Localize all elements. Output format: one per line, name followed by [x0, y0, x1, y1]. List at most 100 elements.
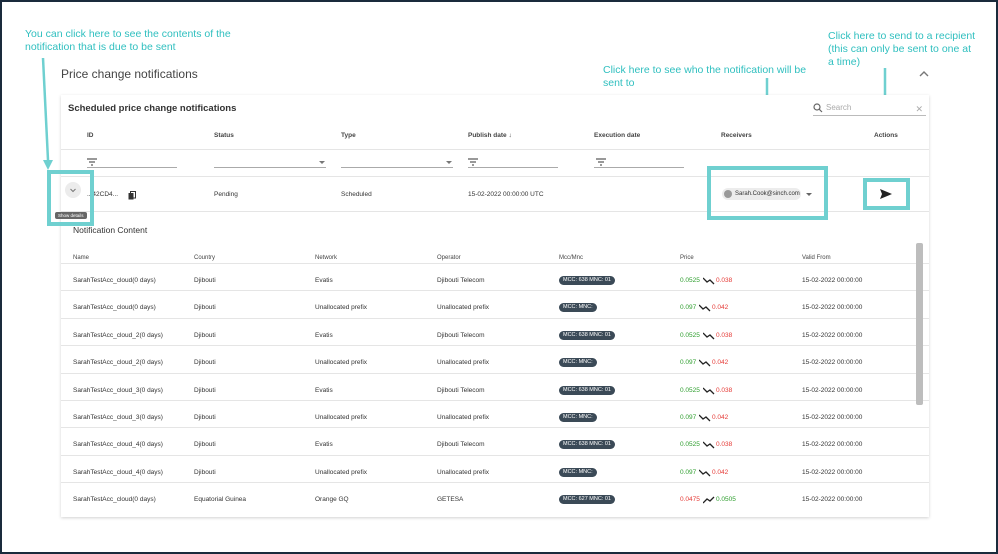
header-publish-date[interactable]: Publish date ↓ — [468, 132, 512, 139]
cell-name: SarahTestAcc_cloud_4(0 days) — [73, 441, 163, 449]
cell-country: Equatorial Guinea — [194, 496, 247, 504]
price-new: 0.038 — [716, 331, 733, 339]
trending-down-icon — [703, 387, 715, 395]
execution-date-filter-field[interactable] — [594, 167, 684, 168]
chevron-down-icon — [446, 161, 452, 164]
highlight-receivers — [707, 166, 828, 220]
cell-country: Djibouti — [194, 304, 216, 312]
divider — [61, 400, 929, 401]
cell-network: Evatis — [315, 441, 333, 449]
filter-icon[interactable] — [596, 158, 606, 166]
cell-name: SarahTestAcc_cloud_2(0 days) — [73, 331, 163, 339]
cell-name: SarahTestAcc_cloud_2(0 days) — [73, 359, 163, 367]
cell-valid-from: 15-02-2022 00:00:00 — [802, 386, 863, 394]
price-new: 0.038 — [716, 441, 733, 449]
copy-icon[interactable] — [128, 191, 136, 200]
clear-icon[interactable]: ✕ — [915, 104, 923, 115]
price-new: 0.042 — [712, 304, 729, 312]
cell-valid-from: 15-02-2022 00:00:00 — [802, 359, 863, 367]
publish-date-value: 15-02-2022 00:00:00 UTC — [468, 191, 544, 198]
price-new: 0.042 — [712, 414, 729, 421]
divider — [61, 454, 929, 456]
publish-date-filter-field[interactable] — [468, 167, 558, 168]
content-header-name: Name — [73, 255, 90, 261]
mccmnc-badge: MCC: MNC: — [559, 358, 597, 368]
cell-operator: Unallocated prefix — [437, 468, 490, 476]
cell-country: Djibouti — [194, 441, 216, 449]
mccmnc-badge: MCC: MNC: — [559, 303, 597, 313]
cell-operator: Djibouti Telecom — [437, 331, 485, 339]
mccmnc-badge: MCC: 638 MNC: 01 — [559, 440, 615, 450]
type-filter-select[interactable] — [341, 167, 453, 168]
cell-operator: Unallocated prefix — [437, 359, 490, 367]
price-old: 0.097 — [680, 414, 697, 421]
divider — [61, 345, 929, 347]
cell-country: Djibouti — [194, 468, 216, 476]
cell-operator: GETESA — [437, 496, 464, 504]
cell-valid-from: 15-02-2022 00:00:00 — [802, 277, 863, 284]
cell-name: SarahTestAcc_cloud(0 days) — [73, 496, 156, 504]
divider — [61, 317, 929, 319]
mccmnc-badge: MCC: 638 MNC: 01 — [559, 385, 615, 395]
cell-network: Orange GQ — [315, 496, 349, 504]
price-old: 0.0525 — [680, 386, 700, 394]
header-id[interactable]: ID — [87, 132, 94, 139]
cell-operator: Djibouti Telecom — [437, 441, 485, 449]
trending-down-icon — [699, 469, 711, 477]
mccmnc-badge: MCC: 638 MNC: 01 — [559, 330, 615, 340]
cell-network: Unallocated prefix — [315, 304, 368, 312]
cell-name: SarahTestAcc_cloud(0 days) — [73, 304, 156, 312]
search-placeholder: Search — [826, 103, 852, 112]
cell-valid-from: 15-02-2022 00:00:00 — [802, 414, 863, 421]
cell-network: Evatis — [315, 386, 333, 394]
cell-network: Unallocated prefix — [315, 414, 368, 421]
divider — [61, 427, 929, 429]
content-header-network: Network — [315, 255, 338, 261]
content-title: Notification Content — [73, 225, 148, 235]
mccmnc-badge: MCC: 627 MNC: 01 — [559, 495, 615, 505]
cell-country: Djibouti — [194, 414, 216, 421]
header-execution-date[interactable]: Execution date — [594, 132, 640, 139]
price-old: 0.0525 — [680, 331, 700, 339]
mccmnc-badge: MCC: 638 MNC: 01 — [559, 276, 615, 285]
trending-down-icon — [703, 441, 715, 449]
search-input[interactable]: Search ✕ — [813, 102, 926, 116]
cell-valid-from: 15-02-2022 00:00:00 — [802, 304, 863, 312]
header-actions: Actions — [874, 132, 898, 139]
price-old: 0.097 — [680, 304, 697, 312]
chevron-up-icon[interactable] — [918, 69, 930, 79]
trending-down-icon — [699, 359, 711, 367]
header-receivers: Receivers — [721, 132, 752, 139]
price-old: 0.097 — [680, 359, 697, 367]
price-old: 0.0525 — [680, 441, 700, 449]
search-icon — [813, 103, 823, 113]
filter-icon[interactable] — [468, 158, 478, 166]
cell-valid-from: 15-02-2022 00:00:00 — [802, 496, 863, 504]
price-new: 0.0505 — [716, 496, 736, 504]
divider — [61, 482, 929, 484]
cell-name: SarahTestAcc_cloud_3(0 days) — [73, 386, 163, 394]
mccmnc-badge: MCC: MNC: — [559, 413, 597, 422]
scrollbar[interactable] — [916, 243, 923, 405]
cell-network: Evatis — [315, 331, 333, 339]
cell-country: Djibouti — [194, 386, 216, 394]
cell-network: Unallocated prefix — [315, 468, 368, 476]
divider — [61, 372, 929, 374]
cell-valid-from: 15-02-2022 00:00:00 — [802, 468, 863, 476]
trending-down-icon — [699, 414, 711, 422]
cell-operator: Djibouti Telecom — [437, 277, 485, 284]
content-header-operator: Operator — [437, 255, 461, 261]
cell-operator: Unallocated prefix — [437, 304, 490, 312]
header-status[interactable]: Status — [214, 132, 234, 139]
filter-icon[interactable] — [87, 158, 97, 166]
status-filter-select[interactable] — [214, 167, 326, 168]
cell-network: Unallocated prefix — [315, 359, 368, 367]
id-filter-field[interactable] — [87, 167, 177, 168]
cell-country: Djibouti — [194, 331, 216, 339]
price-new: 0.038 — [716, 277, 733, 284]
status-value: Pending — [214, 191, 238, 198]
price-old: 0.097 — [680, 468, 697, 476]
trending-up-icon — [703, 496, 715, 504]
cell-country: Djibouti — [194, 277, 216, 284]
header-type[interactable]: Type — [341, 132, 356, 139]
